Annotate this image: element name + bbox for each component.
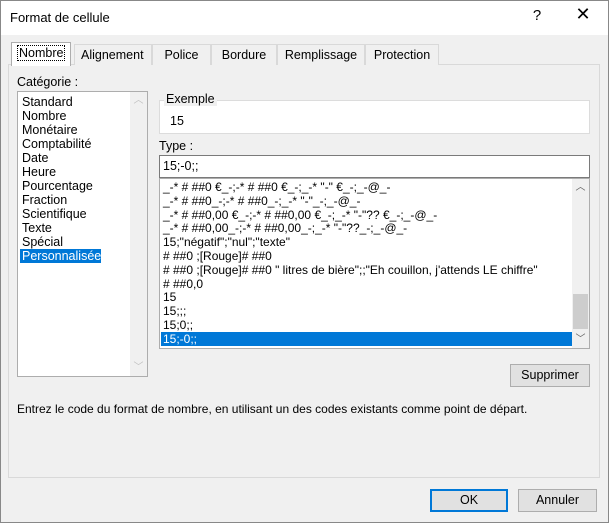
example-group [159,100,590,134]
description-text: Entrez le code du format de nombre, en u… [17,402,528,416]
format-list[interactable]: _-* # ##0 €_-;-* # ##0 €_-;_-* "-" €_-;_… [159,178,590,349]
delete-button[interactable]: Supprimer [510,364,590,387]
category-item[interactable]: Nombre [20,109,66,123]
scroll-up-icon[interactable]: ︿ [572,179,589,196]
format-item[interactable]: 15 [161,290,572,304]
example-label: Exemple [164,92,217,106]
category-item[interactable]: Personnalisée [20,249,102,263]
format-item[interactable]: _-* # ##0,00_-;-* # ##0,00_-;_-* "-"??_-… [161,221,572,235]
format-item[interactable]: 15;;; [161,304,572,318]
help-button[interactable]: ? [528,7,546,24]
close-button[interactable]: ✕ [573,4,593,25]
type-input[interactable]: 15;-0;; [159,155,590,178]
format-item[interactable]: _-* # ##0 €_-;-* # ##0 €_-;_-* "-" €_-;_… [161,180,572,194]
tab-protection[interactable]: Protection [365,44,439,65]
tab-police[interactable]: Police [152,44,211,65]
tab-bordure[interactable]: Bordure [211,44,277,65]
format-item[interactable]: _-* # ##0,00 €_-;-* # ##0,00 €_-;_-* "-"… [161,208,572,222]
scroll-down-icon[interactable]: ﹀ [572,331,589,348]
format-item[interactable]: 15;-0;; [161,331,572,346]
window-title: Format de cellule [10,10,110,25]
example-value: 15 [170,114,184,128]
format-item[interactable]: # ##0 ;[Rouge]# ##0 [161,249,572,263]
category-item[interactable]: Heure [20,165,56,179]
format-scrollbar[interactable]: ︿ ﹀ [572,179,589,348]
type-label: Type : [159,139,194,153]
category-item[interactable]: Comptabilité [20,137,91,151]
format-item[interactable]: # ##0,0 [161,277,572,291]
category-list[interactable]: Standard Nombre Monétaire Comptabilité Date H… [17,91,148,377]
tab-alignement[interactable]: Alignement [74,44,152,65]
format-item[interactable]: 15;0;; [161,318,572,332]
tab-label: Nombre [16,45,66,61]
format-item[interactable]: 15;"négatif";"nul";"texte" [161,235,572,249]
category-item[interactable]: Standard [20,95,73,109]
category-item[interactable]: Fraction [20,193,67,207]
format-item[interactable]: # ##0 ;[Rouge]# ##0 " litres de bière";;… [161,263,572,277]
category-item[interactable]: Spécial [20,235,63,249]
format-item[interactable]: _-* # ##0_-;-* # ##0_-;_-* "-"_-;_-@_- [161,194,572,208]
tab-nombre[interactable]: Nombre [11,42,72,66]
category-label: Catégorie : [17,75,79,89]
category-item[interactable]: Date [20,151,48,165]
scroll-down-icon[interactable]: ﹀ [130,359,147,376]
scrollbar-thumb[interactable] [573,294,588,329]
category-item[interactable]: Monétaire [20,123,78,137]
category-item[interactable]: Texte [20,221,52,235]
tab-remplissage[interactable]: Remplissage [277,44,365,65]
scroll-up-icon[interactable]: ︿ [130,92,147,109]
category-scrollbar[interactable]: ︿ ﹀ [130,92,147,376]
category-item[interactable]: Scientifique [20,207,87,221]
cancel-button[interactable]: Annuler [518,489,597,512]
category-item[interactable]: Pourcentage [20,179,93,193]
ok-button[interactable]: OK [430,489,508,512]
